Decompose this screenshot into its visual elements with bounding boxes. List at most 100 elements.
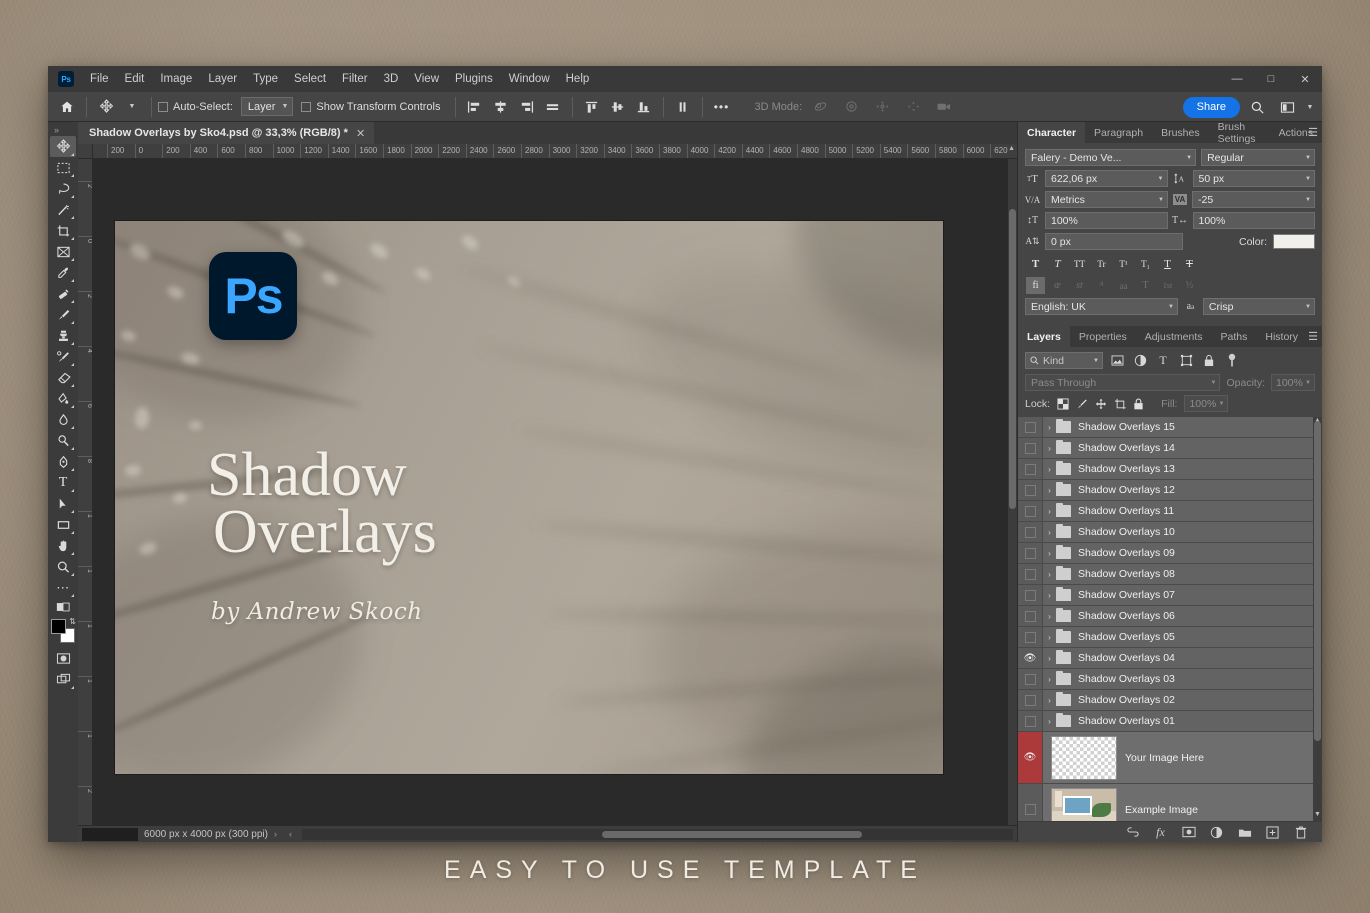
expand-group-icon[interactable]: › (1043, 465, 1056, 474)
link-layers-icon[interactable] (1125, 825, 1140, 840)
ruler-collapse-icon[interactable]: ▲ (1008, 145, 1015, 152)
small-caps-button[interactable]: Tr (1092, 255, 1111, 272)
ordinals-button[interactable]: 1st (1158, 277, 1177, 294)
canvas[interactable]: Ps Shadow Overlays by Andrew Skoch (93, 159, 1017, 825)
expand-group-icon[interactable]: › (1043, 675, 1056, 684)
tool-brush[interactable] (50, 304, 76, 325)
align-right-edges-icon[interactable] (514, 95, 540, 119)
layers-panel-menu-icon[interactable]: ☰ (1308, 326, 1318, 347)
new-group-icon[interactable] (1237, 825, 1252, 840)
canvas-vertical-scrollbar[interactable] (1008, 159, 1017, 825)
table-row[interactable]: ›Shadow Overlays 05 (1018, 627, 1322, 648)
table-row[interactable]: 👁›Shadow Overlays 04 (1018, 648, 1322, 669)
swash-button[interactable]: ᴬ (1092, 277, 1111, 294)
layer-visibility-toggle[interactable] (1018, 711, 1043, 731)
menu-plugins[interactable]: Plugins (447, 69, 501, 89)
layers-scroll-thumb[interactable] (1314, 421, 1321, 741)
standard-ligatures-button[interactable]: fi (1026, 277, 1045, 294)
layer-visibility-toggle[interactable] (1018, 606, 1043, 626)
tool-clone-stamp[interactable] (50, 325, 76, 346)
pixel-filter-icon[interactable] (1108, 353, 1126, 369)
scroll-down-icon[interactable]: ▼ (1313, 811, 1322, 821)
all-caps-button[interactable]: TT (1070, 255, 1089, 272)
font-family-dropdown[interactable]: Falery - Demo Ve... ▼ (1025, 149, 1196, 166)
expand-group-icon[interactable]: › (1043, 591, 1056, 600)
table-row[interactable]: 👁Your Image Here (1018, 732, 1322, 784)
horizontal-scale-input[interactable]: 100% (1193, 212, 1316, 229)
language-dropdown[interactable]: English: UK ▼ (1025, 298, 1178, 315)
stylistic-alternates-button[interactable]: aa (1114, 277, 1133, 294)
table-row[interactable]: ›Shadow Overlays 10 (1018, 522, 1322, 543)
baseline-shift-input[interactable]: 0 px (1045, 233, 1183, 250)
tool-eraser[interactable] (50, 367, 76, 388)
tool-eyedropper[interactable] (50, 262, 76, 283)
auto-select-scope-dropdown[interactable]: Layer ▼ (241, 97, 293, 116)
tool-type[interactable]: T (50, 472, 76, 493)
lock-all-icon[interactable] (1133, 398, 1144, 410)
tracking-input[interactable]: -25 ▼ (1192, 191, 1315, 208)
table-row[interactable]: ›Shadow Overlays 07 (1018, 585, 1322, 606)
tool-pen[interactable] (50, 451, 76, 472)
menu-file[interactable]: File (82, 69, 117, 89)
layers-scrollbar[interactable]: ▲ ▼ (1313, 417, 1322, 821)
align-left-edges-icon[interactable] (462, 95, 488, 119)
menu-help[interactable]: Help (558, 69, 598, 89)
workspace-chevron-icon[interactable]: ▼ (1304, 95, 1316, 119)
expand-group-icon[interactable]: › (1043, 654, 1056, 663)
vertical-scale-input[interactable]: 100% (1045, 212, 1168, 229)
tab-brush-settings[interactable]: Brush Settings (1209, 122, 1270, 143)
more-options-icon[interactable]: ••• (709, 95, 735, 119)
layer-visibility-toggle[interactable]: 👁 (1018, 648, 1043, 668)
kerning-input[interactable]: Metrics ▼ (1045, 191, 1168, 208)
minimize-button[interactable]: — (1220, 66, 1254, 92)
table-row[interactable]: ›Shadow Overlays 06 (1018, 606, 1322, 627)
distribute-vertical-icon[interactable] (670, 95, 696, 119)
subscript-button[interactable]: T₁ (1136, 255, 1155, 272)
blend-mode-dropdown[interactable]: Pass Through ▼ (1025, 374, 1220, 391)
layer-visibility-toggle[interactable] (1018, 543, 1043, 563)
layer-visibility-toggle[interactable] (1018, 480, 1043, 500)
titling-alternates-button[interactable]: T (1136, 277, 1155, 294)
tool-path-selection[interactable] (50, 493, 76, 514)
layer-visibility-toggle[interactable] (1018, 669, 1043, 689)
lock-position-icon[interactable] (1095, 398, 1107, 410)
align-vertical-centers-icon[interactable] (605, 95, 631, 119)
adjustment-layer-icon[interactable] (1209, 825, 1224, 840)
faux-bold-button[interactable]: T (1026, 255, 1045, 272)
canvas-vscroll-thumb[interactable] (1009, 209, 1016, 509)
tool-hand[interactable] (50, 535, 76, 556)
menu-layer[interactable]: Layer (200, 69, 245, 89)
move-tool-icon[interactable] (93, 95, 119, 119)
type-filter-icon[interactable]: T (1154, 353, 1172, 369)
menu-3d[interactable]: 3D (376, 69, 407, 89)
tab-paths[interactable]: Paths (1212, 326, 1257, 347)
tool-marquee[interactable] (50, 157, 76, 178)
toolbox-collapse-button[interactable]: » (48, 124, 78, 136)
tool-rectangle[interactable] (50, 514, 76, 535)
contextual-alternates-button[interactable]: œ (1048, 277, 1067, 294)
maximize-button[interactable]: □ (1254, 66, 1288, 92)
close-button[interactable]: ✕ (1288, 66, 1322, 92)
vertical-ruler[interactable]: 202468111112 (78, 159, 93, 825)
layer-visibility-toggle[interactable] (1018, 627, 1043, 647)
expand-group-icon[interactable]: › (1043, 444, 1056, 453)
superscript-button[interactable]: T¹ (1114, 255, 1133, 272)
expand-group-icon[interactable]: › (1043, 528, 1056, 537)
menu-image[interactable]: Image (152, 69, 200, 89)
menu-window[interactable]: Window (501, 69, 558, 89)
expand-group-icon[interactable]: › (1043, 549, 1056, 558)
layer-visibility-toggle[interactable] (1018, 438, 1043, 458)
layer-thumbnail[interactable] (1051, 788, 1117, 822)
new-layer-icon[interactable] (1265, 825, 1280, 840)
tab-layers[interactable]: Layers (1018, 326, 1070, 347)
expand-group-icon[interactable]: › (1043, 507, 1056, 516)
tool-history-brush[interactable] (50, 346, 76, 367)
tab-properties[interactable]: Properties (1070, 326, 1136, 347)
zoom-level-input[interactable] (82, 828, 138, 841)
faux-italic-button[interactable]: T (1048, 255, 1067, 272)
lock-artboard-nesting-icon[interactable] (1114, 398, 1126, 410)
expand-group-icon[interactable]: › (1043, 570, 1056, 579)
share-button[interactable]: Share (1183, 97, 1240, 118)
opacity-input[interactable]: 100% ▼ (1271, 374, 1315, 391)
table-row[interactable]: ›Shadow Overlays 15 (1018, 417, 1322, 438)
